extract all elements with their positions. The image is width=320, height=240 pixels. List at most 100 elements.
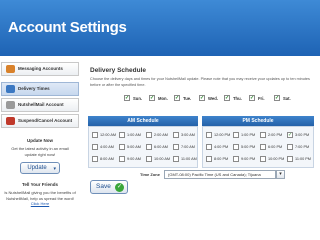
- time-slot-label: 12:00 AM: [100, 133, 117, 137]
- checkbox[interactable]: [206, 156, 212, 162]
- am-schedule-panel: 12:00 AM 1:00 AM 2:00 AM 3:00 AM 4:00 AM 5:00…: [88, 126, 198, 168]
- pm-time-slot[interactable]: 7:00 PM: [287, 143, 309, 151]
- day-thu[interactable]: ✓ Thu.: [224, 94, 242, 103]
- pm-time-slot[interactable]: 9:00 PM: [233, 155, 255, 163]
- time-slot-label: 5:00 AM: [127, 145, 141, 149]
- am-time-slot[interactable]: 6:00 AM: [146, 143, 168, 151]
- time-slot-label: 11:00 AM: [181, 157, 197, 161]
- chevron-down-icon[interactable]: ▾: [276, 170, 285, 179]
- pm-time-slot[interactable]: 2:00 PM: [260, 131, 282, 139]
- save-button[interactable]: Save ✓: [90, 180, 128, 194]
- checkbox[interactable]: [260, 156, 266, 162]
- checkbox[interactable]: [260, 144, 266, 150]
- pm-time-slot[interactable]: 5:00 PM: [233, 143, 255, 151]
- time-slot-label: 2:00 PM: [268, 133, 283, 137]
- checkbox[interactable]: ✓: [274, 95, 280, 101]
- pm-time-slot[interactable]: ✓ 3:00 PM: [287, 131, 309, 139]
- click-here-link[interactable]: Click Here: [31, 201, 49, 206]
- pm-time-slot[interactable]: 12:00 PM: [206, 131, 230, 139]
- checkbox[interactable]: [119, 144, 125, 150]
- day-sun[interactable]: ✓ Sun.: [124, 94, 142, 103]
- checkbox[interactable]: [260, 132, 266, 138]
- checkbox[interactable]: [92, 132, 98, 138]
- checkbox[interactable]: ✓: [174, 95, 180, 101]
- checkbox[interactable]: [119, 156, 125, 162]
- time-zone-select[interactable]: (GMT-08:00) Pacific Time (US and Canada)…: [164, 170, 276, 179]
- sidebar-item-label: Delivery Times: [18, 86, 50, 91]
- checkmark-icon: ✓: [115, 183, 124, 192]
- am-time-slot[interactable]: 12:00 AM: [92, 131, 116, 139]
- sidebar-item-label: Suspend/Cancel Account: [18, 118, 73, 123]
- day-sat[interactable]: ✓ Sat.: [274, 94, 291, 103]
- time-slot-label: 1:00 AM: [127, 133, 141, 137]
- tell-friends-title: Tell Your Friends: [21, 182, 58, 187]
- day-wed[interactable]: ✓ Wed.: [199, 94, 218, 103]
- clock-icon: [6, 85, 15, 93]
- checkbox[interactable]: [233, 144, 239, 150]
- update-now-title: Update Now: [26, 138, 53, 143]
- update-button[interactable]: Update ▾: [20, 162, 60, 174]
- header-bar: Account Settings: [0, 0, 320, 56]
- checkbox[interactable]: ✓: [224, 95, 230, 101]
- time-slot-label: 9:00 PM: [241, 157, 256, 161]
- checkbox[interactable]: [287, 156, 293, 162]
- am-time-slot[interactable]: 5:00 AM: [119, 143, 141, 151]
- pm-time-slot[interactable]: 11:00 PM: [287, 155, 311, 163]
- sidebar-item-messaging-accounts[interactable]: Messaging Accounts: [1, 62, 79, 76]
- tell-friends-text: Is NutshellMail giving you the benefits …: [4, 190, 76, 207]
- pm-schedule-panel: 12:00 PM 1:00 PM 2:00 PM ✓ 3:00 PM 4:00 PM 5:0…: [202, 126, 314, 168]
- page-header-title: Account Settings: [8, 19, 127, 36]
- checkbox[interactable]: [173, 144, 179, 150]
- am-time-slot[interactable]: 9:00 AM: [119, 155, 141, 163]
- checkbox[interactable]: [92, 144, 98, 150]
- checkbox[interactable]: [92, 156, 98, 162]
- chevron-down-icon: ▾: [53, 166, 56, 172]
- checkbox[interactable]: [233, 132, 239, 138]
- pm-time-slot[interactable]: 1:00 PM: [233, 131, 255, 139]
- sidebar: Messaging Accounts Delivery Times Nutshe…: [0, 62, 80, 240]
- time-slot-label: 6:00 PM: [268, 145, 283, 149]
- checkbox[interactable]: [173, 156, 179, 162]
- update-now-text: Get the latest activity in an email upda…: [11, 146, 69, 157]
- checkbox[interactable]: [287, 144, 293, 150]
- checkbox[interactable]: [146, 156, 152, 162]
- am-time-slot[interactable]: 1:00 AM: [119, 131, 141, 139]
- am-time-slot[interactable]: 10:00 AM: [146, 155, 170, 163]
- am-time-slot[interactable]: 2:00 AM: [146, 131, 168, 139]
- am-time-slot[interactable]: 4:00 AM: [92, 143, 114, 151]
- am-time-slot[interactable]: 3:00 AM: [173, 131, 195, 139]
- day-fri[interactable]: ✓ Fri.: [249, 94, 265, 103]
- checkbox[interactable]: [206, 144, 212, 150]
- checkbox[interactable]: [146, 144, 152, 150]
- day-mon[interactable]: ✓ Mon.: [149, 94, 168, 103]
- checkbox[interactable]: [146, 132, 152, 138]
- checkbox[interactable]: [119, 132, 125, 138]
- page-title: Delivery Schedule: [90, 67, 146, 74]
- checkbox[interactable]: ✓: [287, 132, 293, 138]
- pm-time-slot[interactable]: 8:00 PM: [206, 155, 228, 163]
- sidebar-item-suspend-cancel-account[interactable]: Suspend/Cancel Account: [1, 114, 79, 128]
- pm-time-slot[interactable]: 4:00 PM: [206, 143, 228, 151]
- checkbox[interactable]: ✓: [199, 95, 205, 101]
- time-slot-label: 11:00 PM: [295, 157, 311, 161]
- day-tue[interactable]: ✓ Tue.: [174, 94, 191, 103]
- checkbox[interactable]: [233, 156, 239, 162]
- am-time-slot[interactable]: 7:00 AM: [173, 143, 195, 151]
- day-label: Tue.: [183, 96, 192, 101]
- tell-friends-body: Is NutshellMail giving you the benefits …: [4, 190, 76, 201]
- am-time-slot[interactable]: 11:00 AM: [173, 155, 197, 163]
- day-label: Mon.: [158, 96, 168, 101]
- checkbox[interactable]: [173, 132, 179, 138]
- cancel-icon: [6, 117, 15, 125]
- checkbox[interactable]: ✓: [124, 95, 130, 101]
- pm-time-slot[interactable]: 6:00 PM: [260, 143, 282, 151]
- pm-time-slot[interactable]: 10:00 PM: [260, 155, 284, 163]
- checkbox[interactable]: ✓: [149, 95, 155, 101]
- checkbox[interactable]: [206, 132, 212, 138]
- checkbox[interactable]: ✓: [249, 95, 255, 101]
- sidebar-item-nutshellmail-account[interactable]: NutshellMail Account: [1, 98, 79, 112]
- sidebar-item-delivery-times[interactable]: Delivery Times: [1, 82, 79, 96]
- time-slot-label: 4:00 AM: [100, 145, 114, 149]
- am-time-slot[interactable]: 8:00 AM: [92, 155, 114, 163]
- sidebar-item-label: NutshellMail Account: [18, 102, 64, 107]
